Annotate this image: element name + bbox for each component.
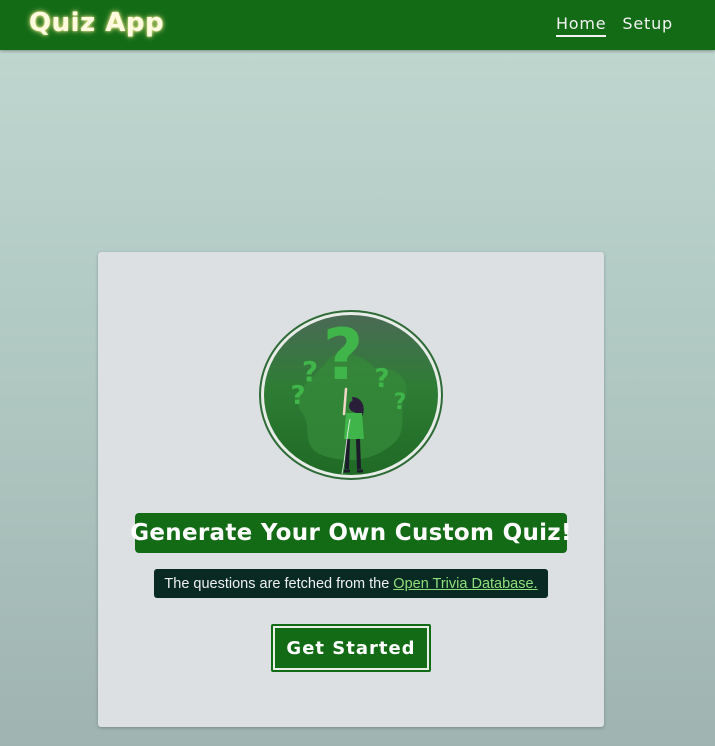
svg-text:?: ? [394,390,407,415]
page-headline: Generate Your Own Custom Quiz! [130,513,571,553]
question-marks-person-illustration: ? ? ? ? ? [259,310,443,480]
app-title[interactable]: Quiz App [29,8,164,38]
nav-links: Home Setup [555,14,673,37]
svg-text:?: ? [290,381,305,411]
svg-text:?: ? [374,364,389,394]
welcome-card: ? ? ? ? ? Generate Your Own Custom Quiz!… [98,252,604,727]
top-navbar: Quiz App Home Setup [0,0,715,50]
open-trivia-link[interactable]: Open Trivia Database. [393,576,537,592]
nav-link-setup[interactable]: Setup [622,14,673,37]
get-started-button[interactable]: Get Started [271,624,431,672]
source-note-text: The questions are fetched from the [164,575,390,592]
source-note: The questions are fetched from the Open … [154,569,548,598]
nav-link-home[interactable]: Home [555,14,607,37]
svg-text:?: ? [323,314,364,396]
